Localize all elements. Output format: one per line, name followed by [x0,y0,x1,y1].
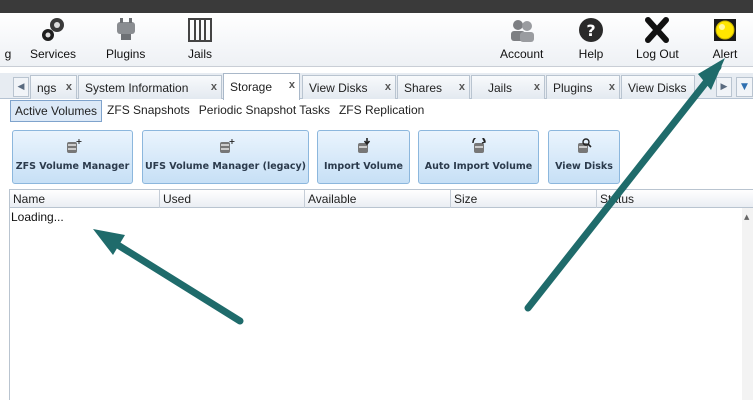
toolbar-alert[interactable]: Alert [711,16,739,61]
tab-menu-chevron-down-icon[interactable]: ▼ [736,77,753,97]
view-disks-button[interactable]: View Disks [548,130,620,184]
toolbar-jails[interactable]: Jails [186,16,214,61]
close-icon[interactable]: x [211,81,217,93]
tab-label: Plugins [553,80,593,95]
tab-scroll-right-icon[interactable]: ▶ [716,77,732,97]
toolbar-settings[interactable]: g [0,16,22,61]
tab-strip: ◀ ngs x System Information x Storage x V… [0,73,753,100]
storage-subnav: Active Volumes ZFS Snapshots Periodic Sn… [10,100,429,122]
button-label: Import Volume [323,161,403,172]
tab-view-disks[interactable]: View Disks x [302,75,396,99]
view-disks-icon [578,138,592,153]
grid-scrollbar[interactable]: ▲ [742,208,753,400]
tab-label: Shares [404,80,443,95]
tab-jails[interactable]: Jails x [471,75,545,99]
close-icon[interactable]: x [609,81,615,93]
import-icon [357,138,370,153]
close-icon[interactable]: x [66,81,72,93]
toolbar-label: Log Out [636,47,679,61]
tab-view-disks-2[interactable]: View Disks [621,75,695,99]
tab-storage[interactable]: Storage x [223,73,300,100]
close-icon[interactable]: x [289,79,295,91]
window-titlebar [0,0,753,13]
tab-label: View Disks [628,80,687,95]
zfs-volume-manager-button[interactable]: + ZFS Volume Manager [12,130,133,184]
subnav-periodic-snapshot-tasks[interactable]: Periodic Snapshot Tasks [195,100,334,122]
settings-icon [0,16,22,44]
tab-label: Storage [230,80,273,94]
plugins-icon [116,18,135,40]
grid-header: Name Used Available Size Status [10,190,753,208]
column-header-status[interactable]: Status [597,190,753,208]
logout-icon [645,17,670,43]
close-icon[interactable]: x [534,81,540,93]
tab-system-information[interactable]: System Information x [78,75,222,99]
toolbar-account[interactable]: Account [500,16,543,61]
button-label: Auto Import Volume [424,161,533,172]
svg-text:?: ? [586,21,595,40]
toolbar-label: Help [578,47,604,61]
toolbar-label: Alert [712,47,738,61]
column-header-name[interactable]: Name [10,190,160,208]
column-header-size[interactable]: Size [451,190,597,208]
toolbar-plugins[interactable]: Plugins [106,16,145,61]
button-label: UFS Volume Manager (legacy) [144,161,307,172]
subnav-zfs-snapshots[interactable]: ZFS Snapshots [103,100,194,122]
main-toolbar: g Services Plugins Jails Account ? Help … [0,13,753,67]
tab-plugins[interactable]: Plugins x [546,75,620,99]
scroll-up-icon[interactable]: ▲ [744,213,749,221]
tab-settings[interactable]: ngs x [30,75,77,99]
column-header-available[interactable]: Available [305,190,451,208]
button-label: View Disks [555,161,613,172]
toolbar-label: Plugins [106,47,146,61]
subnav-zfs-replication[interactable]: ZFS Replication [335,100,428,122]
tab-label: ngs [37,80,57,95]
tab-scroll-left-icon[interactable]: ◀ [13,77,29,97]
tab-label: View Disks [309,80,368,95]
app-root: g Services Plugins Jails Account ? Help … [0,0,753,400]
tab-label: System Information [85,80,189,95]
tab-shares[interactable]: Shares x [397,75,470,99]
column-header-used[interactable]: Used [160,190,305,208]
svg-text:+: + [75,138,81,146]
help-icon: ? [579,18,603,42]
toolbar-label: Account [500,47,544,61]
account-icon [510,20,534,42]
close-icon[interactable]: x [385,81,391,93]
toolbar-label: g [4,47,12,61]
subnav-active-volumes[interactable]: Active Volumes [10,100,103,122]
tab-label: Jails [488,80,513,95]
toolbar-label: Services [30,47,77,61]
loading-message: Loading... [11,210,64,224]
volumes-grid: Name Used Available Size Status Loading.… [9,189,753,400]
toolbar-services[interactable]: Services [30,16,76,61]
auto-import-volume-button[interactable]: Auto Import Volume [418,130,539,184]
auto-import-icon [471,138,486,153]
toolbar-label: Jails [187,47,212,61]
services-icon [42,18,64,41]
volume-add-icon: + [219,138,235,153]
volume-add-icon: + [66,138,82,153]
svg-text:+: + [228,138,234,146]
ufs-volume-manager-button[interactable]: + UFS Volume Manager (legacy) [142,130,309,184]
button-label: ZFS Volume Manager [15,161,130,172]
toolbar-logout[interactable]: Log Out [636,16,679,61]
close-icon[interactable]: x [459,81,465,93]
import-volume-button[interactable]: Import Volume [317,130,410,184]
jails-icon [188,18,212,42]
toolbar-help[interactable]: ? Help [577,16,605,61]
alert-icon [714,19,736,41]
